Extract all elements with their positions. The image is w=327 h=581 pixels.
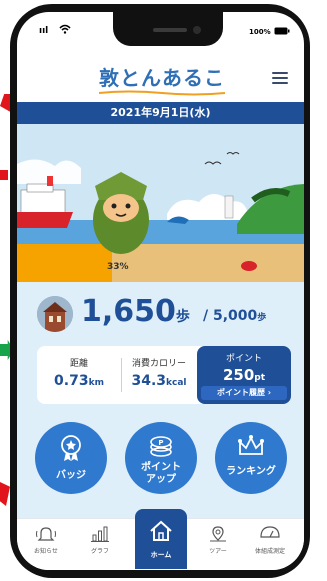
ranking-button[interactable]: ランキング (215, 422, 287, 494)
edge-artifact-bottom-left (0, 482, 10, 506)
date-banner: 2021年9月1日(水) (17, 102, 304, 124)
home-icon (150, 520, 172, 541)
coin-icon: P (150, 436, 172, 457)
point-history-link[interactable]: ポイント履歴 › (201, 386, 287, 400)
crown-icon (238, 435, 264, 455)
progress-percent-label: 33% (107, 262, 129, 272)
tab-tour-label: ツアー (209, 548, 227, 555)
tab-body-composition-label: 体組成測定 (254, 548, 285, 555)
tab-body-composition[interactable]: 体組成測定 (245, 525, 295, 555)
bell-icon (36, 527, 56, 541)
badge-button-label: バッジ (56, 470, 86, 481)
logo-underline (99, 90, 225, 96)
menu-icon[interactable] (272, 72, 288, 84)
calories-stat: 消費カロリー 34.3kcal (122, 346, 196, 389)
points-value: 250pt (222, 366, 266, 384)
main-panel: 1,650歩 / 5,000歩 距離 0.73km 消費カロリー 34.3kca… (17, 282, 304, 518)
coastal-scene-illustration (17, 124, 304, 282)
bottom-tab-bar: お知らせ グラフ ホーム ツアー 体組成測定 (17, 509, 304, 570)
walk-progress-scene: 33% (17, 124, 304, 282)
edge-artifact-left-dot (0, 170, 8, 180)
signal-indicator: ııl (39, 26, 49, 36)
app-screen: ııl 100% 敦とんあるこ 2021年9月1日(水) 33% 1,650歩 … (17, 12, 304, 570)
steps-row: 1,650歩 / 5,000歩 (37, 294, 297, 334)
camera (193, 26, 201, 34)
distance-stat: 距離 0.73km (37, 346, 121, 389)
scale-gauge-icon (260, 526, 280, 538)
ranking-button-label: ランキング (226, 466, 276, 477)
bar-graph-icon (91, 526, 109, 542)
svg-text:P: P (158, 439, 163, 447)
points-card: ポイント 250pt ポイント履歴 › (197, 346, 291, 404)
step-unit: 歩 (175, 309, 190, 325)
calories-label: 消費カロリー (131, 359, 186, 369)
distance-value: 0.73km (54, 373, 104, 389)
speaker (153, 28, 187, 32)
distance-label: 距離 (69, 359, 88, 369)
calories-value: 34.3kcal (131, 373, 187, 389)
point-up-label-line1: ポイント (141, 462, 181, 473)
battery-percent: 100% (249, 28, 271, 36)
step-count: 1,650歩 (81, 294, 190, 329)
point-up-label-line2: アップ (146, 474, 176, 485)
location-photo-avatar (37, 296, 73, 332)
tab-home-label: ホーム (150, 551, 172, 559)
battery-icon (274, 27, 290, 38)
tab-home[interactable]: ホーム (135, 509, 187, 569)
app-logo: 敦とんあるこ (99, 66, 225, 90)
tab-notice-label: お知らせ (34, 548, 58, 555)
tab-graph-label: グラフ (90, 548, 109, 555)
medal-icon (61, 435, 81, 461)
wifi-icon (59, 24, 71, 37)
tab-notice[interactable]: お知らせ (21, 525, 71, 555)
tab-tour[interactable]: ツアー (193, 525, 243, 555)
badge-button[interactable]: バッジ (35, 422, 107, 494)
app-header: 敦とんあるこ (17, 46, 304, 102)
phone-notch (113, 12, 223, 46)
tab-graph[interactable]: グラフ (75, 525, 125, 555)
point-up-button[interactable]: P ポイント アップ (125, 422, 197, 494)
points-label: ポイント (225, 354, 262, 364)
step-goal: / 5,000歩 (203, 308, 267, 324)
map-pin-icon (210, 526, 226, 542)
